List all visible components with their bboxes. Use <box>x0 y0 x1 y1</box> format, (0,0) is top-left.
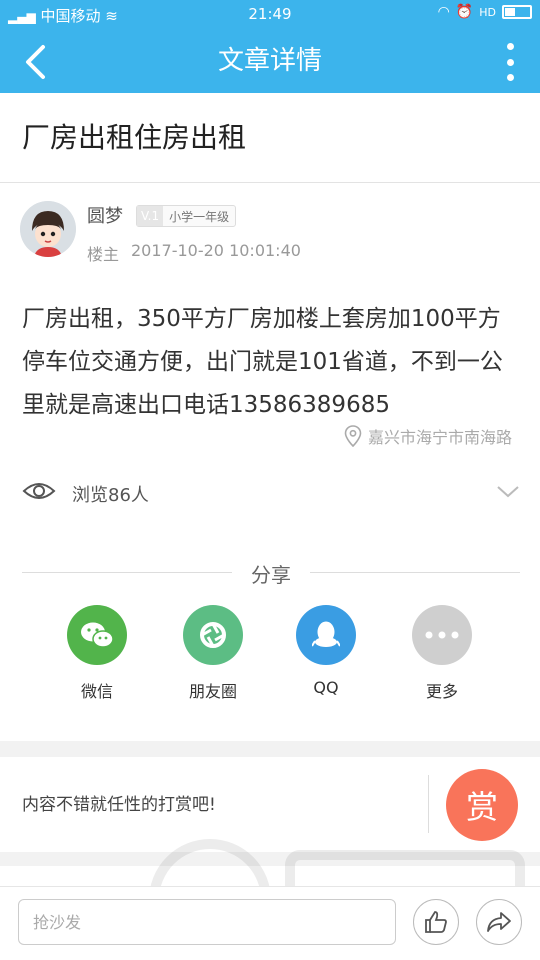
nav-bar: 文章详情 <box>0 30 540 93</box>
comment-input[interactable] <box>18 899 396 945</box>
views-count: 浏览86人 <box>72 485 149 506</box>
chevron-left-icon <box>26 45 45 79</box>
views-row[interactable]: 浏览86人 <box>22 477 520 511</box>
status-icons: ◠ ⏰ HD <box>438 4 532 20</box>
chevron-down-icon <box>497 486 519 498</box>
share-item-label: QQ <box>313 678 339 697</box>
bottom-bar <box>0 886 540 960</box>
dot <box>506 43 514 50</box>
share-header: 分享 <box>22 559 520 589</box>
qq-icon <box>296 605 356 665</box>
divider <box>310 572 520 573</box>
share-more-button[interactable]: 更多 <box>402 605 482 702</box>
share-label: 分享 <box>251 563 291 587</box>
post-time: 2017-10-20 10:01:40 <box>131 241 301 260</box>
share-arrow-icon <box>487 912 511 932</box>
dot <box>506 58 514 66</box>
author-name[interactable]: 圆梦 <box>87 202 123 228</box>
article-content: 厂房出租，350平方厂房加楼上套房加100平方停车位交通方便，出门就是101省道… <box>22 306 503 418</box>
status-bar: ▂▄▆ 中国移动 ≋ 21:49 ◠ ⏰ HD <box>0 0 540 30</box>
hd-call-icon: HD <box>479 5 496 19</box>
section-separator <box>0 852 540 866</box>
location-text: 嘉兴市海宁市南海路 <box>367 428 512 447</box>
section-separator <box>0 741 540 757</box>
share-moments-button[interactable]: 朋友圈 <box>173 605 253 702</box>
avatar[interactable] <box>20 201 76 257</box>
thumb-up-icon <box>425 911 447 933</box>
level-name: 小学一年级 <box>169 209 230 224</box>
reward-button[interactable]: 赏 <box>446 769 518 841</box>
reward-prompt: 内容不错就任性的打赏吧! <box>22 795 216 815</box>
moments-icon <box>183 605 243 665</box>
like-button[interactable] <box>413 899 459 945</box>
more-menu-button[interactable] <box>498 40 522 84</box>
share-qq-button[interactable]: QQ <box>286 605 366 697</box>
location-pin-icon <box>344 425 362 447</box>
level-code: V.1 <box>137 206 164 226</box>
share-wechat-button[interactable]: 微信 <box>57 605 137 702</box>
divider <box>0 182 540 183</box>
page-title: 文章详情 <box>217 46 322 76</box>
share-button[interactable] <box>476 899 522 945</box>
dot <box>506 74 514 81</box>
eye-icon <box>22 483 56 499</box>
level-badge: V.1 小学一年级 <box>136 205 237 227</box>
battery-icon <box>502 5 532 19</box>
cartoon-avatar-icon <box>20 201 76 257</box>
wechat-icon <box>67 605 127 665</box>
share-item-label: 朋友圈 <box>188 682 237 701</box>
location[interactable]: 嘉兴市海宁市南海路 <box>344 424 512 448</box>
article-title: 厂房出租住房出租 <box>22 121 247 154</box>
divider <box>428 775 429 833</box>
floor-owner-label: 楼主 <box>87 245 120 264</box>
back-button[interactable] <box>18 42 52 82</box>
share-item-label: 微信 <box>80 682 113 701</box>
more-horizontal-icon <box>412 605 472 665</box>
share-item-label: 更多 <box>425 682 458 701</box>
alarm-icon: ⏰ <box>455 4 474 20</box>
headset-icon: ◠ <box>437 4 450 20</box>
